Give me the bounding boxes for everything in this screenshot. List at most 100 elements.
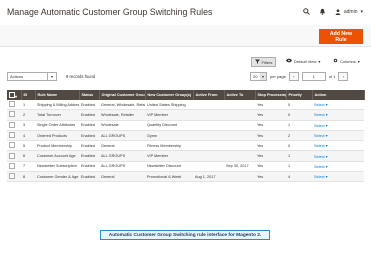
table-row[interactable]: 1 Shipping & Billing Address Enabled Genera… [7, 100, 364, 111]
admin-menu[interactable]: admin ▾ [335, 9, 363, 15]
column-header[interactable]: Active From [193, 90, 225, 100]
table-cell: Select ▾ [312, 161, 364, 173]
chevron-down-icon: ▾ [324, 144, 328, 149]
table-cell: Product Membership [35, 140, 79, 152]
table-cell: Total Turnover [35, 109, 79, 121]
table-cell: Yes [255, 161, 286, 173]
row-action-select[interactable]: Select [314, 144, 325, 148]
per-page-select[interactable]: 20 ▾ [250, 72, 267, 81]
table-cell: VIP Member [145, 109, 193, 121]
row-action-select[interactable]: Select [314, 165, 325, 169]
previous-page-button[interactable]: ‹ [288, 72, 299, 81]
row-checkbox-cell[interactable] [7, 161, 21, 173]
row-checkbox-cell[interactable] [7, 120, 21, 131]
mass-actions-dropdown[interactable]: Actions ▾ [7, 72, 57, 81]
row-checkbox-cell[interactable] [7, 100, 21, 111]
cell-text: Aug 1, 2017 [195, 174, 216, 179]
add-new-rule-button[interactable]: Add New Rule [319, 29, 363, 44]
column-header[interactable]: ID [21, 90, 36, 100]
view-selector[interactable]: Default View ▾ [286, 58, 320, 64]
table-row[interactable]: 4 Ordered Products Enabled ALL GROUPS Gymn Ye… [7, 130, 364, 142]
chevron-down-icon: ▾ [360, 8, 363, 15]
cell-text: Enabled [81, 154, 95, 159]
column-header[interactable]: Rule Name [35, 90, 80, 100]
select-all-checkbox[interactable] [9, 91, 15, 98]
caption-banner: Automatic Customer Group Switching rule … [100, 230, 270, 240]
table-cell: 0 [286, 109, 312, 121]
table-cell: 1 [286, 120, 312, 131]
table-cell: Enabled [79, 140, 99, 152]
cell-text: General [101, 143, 115, 148]
row-checkbox-cell[interactable] [7, 140, 21, 152]
row-action-select[interactable]: Select [314, 113, 325, 117]
table-cell: 8 [21, 171, 35, 183]
row-checkbox[interactable] [9, 111, 15, 118]
table-row[interactable]: 8 Customer Gender & Age Enabled General Prom… [7, 171, 364, 183]
row-action-select[interactable]: Select [314, 155, 325, 159]
column-header[interactable]: New Customer Group(s) [145, 90, 194, 100]
row-checkbox-cell[interactable] [7, 130, 21, 142]
row-checkbox[interactable] [9, 132, 15, 139]
table-cell: Select ▾ [312, 140, 364, 152]
row-checkbox[interactable] [9, 142, 15, 149]
bell-icon[interactable] [319, 8, 326, 15]
column-header[interactable]: Priority [286, 90, 313, 100]
table-cell [193, 150, 224, 162]
table-cell: 5 [21, 140, 35, 152]
table-cell: Shipping & Billing Address [35, 100, 79, 111]
table-cell: Yes [255, 100, 286, 111]
cell-text: Promotional 6-Week [147, 174, 182, 179]
row-checkbox-cell[interactable] [7, 171, 21, 183]
table-cell: General, Wholesale, Retailer [99, 100, 145, 111]
table-row[interactable]: 6 Customer Account Age Enabled ALL GROUPS VI… [7, 150, 364, 162]
table-row[interactable]: 7 Newsletter Subscription Enabled ALL GROUP… [7, 161, 364, 173]
table-cell [224, 100, 255, 111]
row-action-select[interactable]: Select [314, 103, 325, 107]
table-cell: ALL GROUPS [99, 130, 145, 142]
table-cell: Select ▾ [312, 109, 364, 121]
table-cell: Yes [255, 140, 286, 152]
select-all-header[interactable]: ▾ [7, 90, 22, 100]
row-checkbox-cell[interactable] [7, 109, 21, 121]
row-checkbox[interactable] [9, 173, 15, 180]
row-checkbox[interactable] [9, 162, 15, 169]
page-number-input[interactable]: 1 [301, 72, 326, 81]
records-found: 8 records found [66, 74, 96, 79]
table-cell: 1 [286, 150, 312, 162]
column-header[interactable]: Status [79, 90, 100, 100]
row-action-select[interactable]: Select [314, 175, 325, 179]
cell-text: 8 [23, 174, 26, 179]
table-row[interactable]: 2 Total Turnover Enabled Wholesale, Retaile… [7, 109, 364, 121]
cell-text: Newsletter Discount [147, 164, 181, 169]
table-cell: Ordered Products [35, 130, 79, 142]
table-cell: 7 [21, 161, 35, 173]
row-checkbox[interactable] [9, 101, 15, 108]
table-cell: Yes [255, 120, 286, 131]
row-action-select[interactable]: Select [314, 134, 325, 138]
column-header[interactable]: Original Customer Group(s) [99, 90, 146, 100]
column-header[interactable]: Stop Processing [255, 90, 287, 100]
top-bar: Manage Automatic Customer Group Switchin… [0, 0, 371, 25]
cell-text: 2 [288, 133, 291, 138]
search-icon[interactable] [303, 8, 310, 15]
chevron-right-icon: › [342, 74, 345, 79]
cell-text: Yes [257, 123, 264, 128]
table-row[interactable]: 5 Product Membership Enabled General Fitness… [7, 140, 364, 152]
filters-button[interactable]: Filters [251, 57, 276, 67]
row-checkbox[interactable] [9, 152, 15, 159]
cell-text: Enabled [81, 112, 95, 117]
cell-text: Yes [257, 143, 264, 148]
columns-selector[interactable]: Columns ▾ [333, 58, 360, 64]
column-header[interactable]: Active To [224, 90, 256, 100]
table-row[interactable]: 3 Single Order Attributes Enabled Wholesale… [7, 120, 364, 131]
header-tools: admin ▾ [303, 8, 363, 15]
table-cell: Yes [255, 171, 286, 183]
chevron-down-icon: ▾ [324, 103, 328, 108]
row-checkbox-cell[interactable] [7, 150, 21, 162]
cell-text: Product Membership [37, 143, 73, 148]
next-page-button[interactable]: › [338, 72, 349, 81]
chevron-down-icon: ▾ [357, 58, 360, 64]
row-action-select[interactable]: Select [314, 124, 325, 128]
row-checkbox[interactable] [9, 121, 15, 128]
per-page-label: per page [270, 74, 286, 79]
